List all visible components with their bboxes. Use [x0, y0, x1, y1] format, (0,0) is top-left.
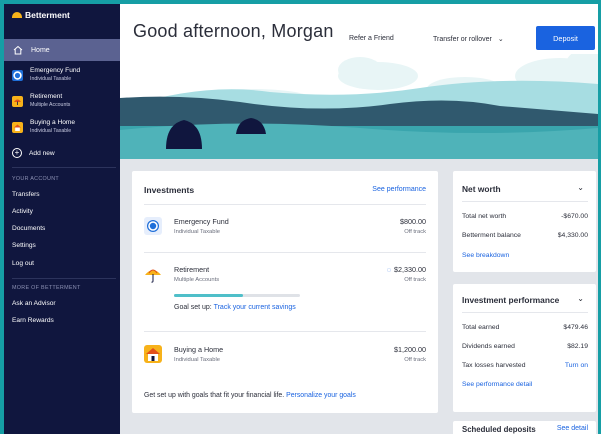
main-content: Good afternoon, Morgan Refer a Friend Tr…	[120, 4, 598, 434]
sidebar-item-activity[interactable]: Activity	[12, 208, 33, 215]
goal-progress-bar	[174, 294, 300, 297]
sidebar-item-ask-an-advisor[interactable]: Ask an Advisor	[12, 300, 56, 307]
add-new-goal-button[interactable]: + Add new	[12, 148, 55, 158]
app-frame: Betterment Home Emergency Fund Individua…	[4, 4, 598, 434]
transfer-label: Transfer or rollover	[433, 36, 492, 43]
chevron-down-icon[interactable]: ⌄	[577, 183, 584, 192]
chevron-down-icon: ⌄	[497, 36, 504, 43]
investment-performance-title: Investment performance	[462, 295, 560, 305]
goal-amount: $1,200.00	[394, 345, 426, 354]
section-label-more: MORE OF BETTERMENT	[12, 285, 81, 291]
see-performance-detail-link[interactable]: See performance detail	[462, 381, 532, 388]
betterment-balance-label: Betterment balance	[462, 232, 521, 239]
sidebar-item-label: Home	[31, 46, 50, 54]
umbrella-icon	[144, 265, 162, 283]
life-ring-icon	[12, 69, 23, 81]
track-savings-link[interactable]: Track your current savings	[214, 304, 296, 311]
goal-subtitle: Individual Taxable	[30, 128, 72, 134]
goal-subtitle: Individual Taxable	[30, 76, 72, 82]
tax-losses-harvested-label: Tax losses harvested	[462, 362, 526, 369]
total-net-worth-value: -$670.00	[561, 213, 588, 220]
investment-performance-card: Investment performance ⌄ Total earned $4…	[453, 284, 596, 412]
goal-subtitle: Individual Taxable	[174, 229, 220, 235]
goal-amount: ◌ $2,330.00	[387, 265, 426, 274]
sidebar-divider	[12, 167, 116, 168]
umbrella-icon	[12, 95, 23, 107]
house-icon	[144, 345, 162, 363]
goal-status: Off track	[404, 357, 426, 363]
see-detail-link[interactable]: See detail	[557, 425, 588, 432]
divider	[462, 201, 588, 202]
betterment-balance-value: $4,330.00	[557, 232, 588, 239]
investments-card: Investments See performance Emergency Fu…	[132, 171, 438, 413]
goal-progress-fill	[174, 294, 244, 297]
sidebar-item-log-out[interactable]: Log out	[12, 260, 34, 267]
goal-subtitle: Individual Taxable	[174, 357, 220, 363]
goal-status: Off track	[404, 277, 426, 283]
total-net-worth-label: Total net worth	[462, 213, 507, 220]
investment-row-retirement[interactable]: Retirement Multiple Accounts ◌ $2,330.00 …	[144, 265, 426, 329]
home-icon	[13, 45, 23, 55]
goal-subtitle: Multiple Accounts	[30, 102, 71, 108]
goal-name: Buying a Home	[30, 119, 76, 126]
sidebar-item-settings[interactable]: Settings	[12, 242, 36, 249]
logo-text: Betterment	[25, 10, 70, 20]
transfer-or-rollover-dropdown[interactable]: Transfer or rollover ⌄	[433, 35, 504, 43]
sidebar-item-documents[interactable]: Documents	[12, 225, 45, 232]
house-icon	[12, 121, 23, 133]
betterment-logo[interactable]: Betterment	[12, 10, 70, 20]
plus-icon: +	[12, 148, 22, 158]
life-ring-icon	[144, 217, 162, 235]
divider	[144, 331, 426, 332]
goal-name: Buying a Home	[174, 345, 224, 354]
total-earned-label: Total earned	[462, 324, 500, 331]
goal-setup-prefix: Goal set up:	[174, 304, 212, 311]
net-worth-card: Net worth ⌄ Total net worth -$670.00 Bet…	[453, 171, 596, 272]
sidebar-item-emergency-fund[interactable]: Emergency Fund Individual Taxable	[4, 63, 120, 87]
turn-on-tlh-link[interactable]: Turn on	[565, 362, 588, 369]
dividends-earned-label: Dividends earned	[462, 343, 515, 350]
net-worth-title: Net worth	[462, 184, 501, 194]
section-label-your-account: YOUR ACCOUNT	[12, 176, 60, 182]
divider	[144, 252, 426, 253]
goal-name: Retirement	[174, 265, 210, 274]
goal-name: Emergency Fund	[30, 67, 81, 74]
sidebar-item-buying-a-home[interactable]: Buying a Home Individual Taxable	[4, 115, 120, 139]
chevron-down-icon[interactable]: ⌄	[577, 294, 584, 303]
sidebar-item-retirement[interactable]: Retirement Multiple Accounts	[4, 89, 120, 113]
footnote-text: Get set up with goals that fit your fina…	[144, 392, 285, 399]
landscape-illustration	[120, 54, 598, 159]
add-new-label: Add new	[29, 149, 55, 157]
goal-name: Retirement	[30, 93, 63, 100]
goal-amount-value: $2,330.00	[394, 265, 426, 274]
investments-title: Investments	[144, 185, 195, 195]
total-earned-value: $479.46	[563, 324, 588, 331]
sidebar-item-home[interactable]: Home	[4, 39, 120, 61]
sidebar-item-transfers[interactable]: Transfers	[12, 191, 40, 198]
see-breakdown-link[interactable]: See breakdown	[462, 252, 509, 259]
dividends-earned-value: $82.19	[567, 343, 588, 350]
goal-status: Off track	[404, 229, 426, 235]
divider	[144, 204, 426, 205]
see-performance-link[interactable]: See performance	[372, 186, 426, 193]
goal-amount: $800.00	[400, 217, 426, 226]
personalize-goals-note: Get set up with goals that fit your fina…	[144, 392, 356, 399]
scheduled-deposits-title: Scheduled deposits	[462, 425, 536, 434]
page-title: Good afternoon, Morgan	[133, 21, 334, 41]
sidebar-divider	[12, 278, 116, 279]
deposit-button[interactable]: Deposit	[536, 26, 595, 50]
goal-name: Emergency Fund	[174, 217, 229, 226]
refer-a-friend-link[interactable]: Refer a Friend	[349, 35, 394, 42]
sync-icon: ◌	[386, 265, 392, 274]
logo-mark-icon	[12, 12, 22, 18]
investment-row-buying-a-home[interactable]: Buying a Home Individual Taxable $1,200.…	[144, 345, 426, 375]
goal-subtitle: Multiple Accounts	[174, 277, 220, 283]
investment-row-emergency-fund[interactable]: Emergency Fund Individual Taxable $800.0…	[144, 217, 426, 247]
sidebar: Betterment Home Emergency Fund Individua…	[4, 4, 120, 434]
divider	[462, 312, 588, 313]
sidebar-item-earn-rewards[interactable]: Earn Rewards	[12, 317, 54, 324]
goal-setup-note: Goal set up: Track your current savings	[174, 302, 324, 313]
personalize-goals-link[interactable]: Personalize your goals	[286, 392, 356, 399]
scheduled-deposits-card: Scheduled deposits See detail	[453, 421, 596, 434]
